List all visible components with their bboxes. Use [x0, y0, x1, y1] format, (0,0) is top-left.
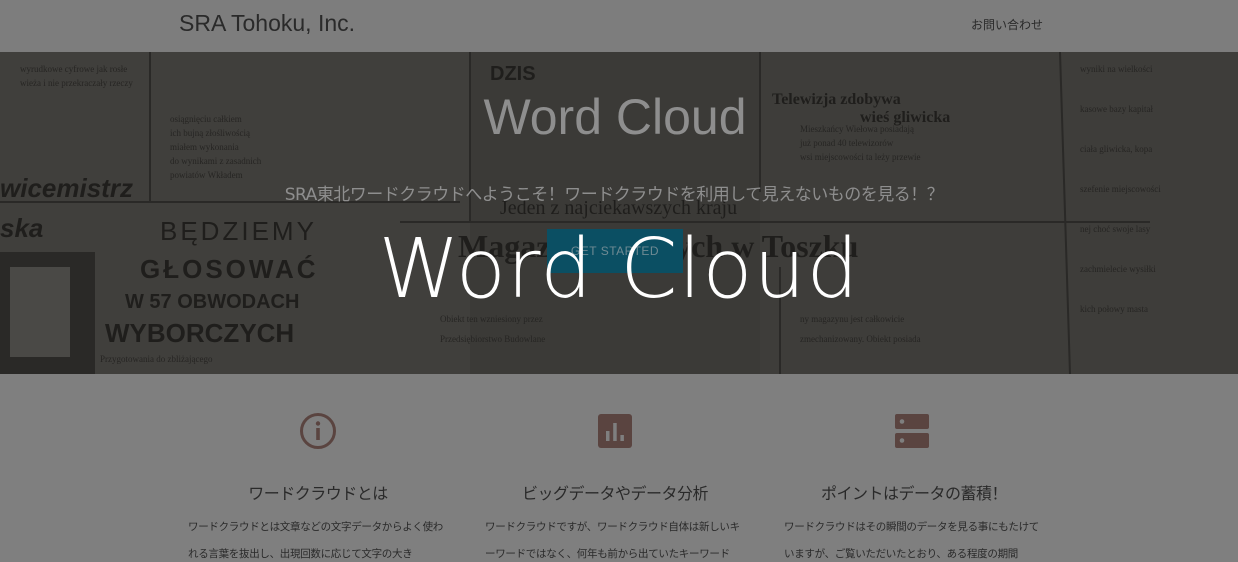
- svg-text:wyrudkowe cyfrowe jak rosłe: wyrudkowe cyfrowe jak rosłe: [20, 64, 127, 74]
- info-icon: [300, 413, 336, 449]
- feature-text: ワードクラウドとは文章などの文字データからよく使われる言葉を抜出し、出現回数に応…: [188, 521, 443, 560]
- news-text-ska: ska: [0, 213, 43, 243]
- navbar: SRA Tohoku, Inc. お問い合わせ: [0, 0, 1238, 52]
- get-started-button[interactable]: GET STARTED: [547, 229, 683, 273]
- feature-text: ワードクラウドですが、ワードクラウド自体は新しいキーワードではなく、何年も前から…: [485, 521, 740, 560]
- svg-text:nej choć swoje lasy: nej choć swoje lasy: [1080, 224, 1151, 234]
- feature-title: ビッグデータやデータ分析: [521, 484, 709, 503]
- svg-text:wieża i nie przekraczały rzecz: wieża i nie przekraczały rzeczy: [20, 78, 133, 88]
- svg-text:do wynikami z zasadnich: do wynikami z zasadnich: [170, 156, 262, 166]
- features-section: ワードクラウドとは ワードクラウドとは文章などの文字データからよく使われる言葉を…: [0, 374, 1238, 562]
- svg-text:wyniki na wielkości: wyniki na wielkości: [1080, 64, 1153, 74]
- bar-chart-icon: [598, 414, 632, 448]
- hero-subtitle: SRA東北ワードクラウドへようこそ！ワードクラウドを利用して見えないものを見る！…: [284, 185, 944, 205]
- news-text-obwodach: W 57 OBWODACH: [125, 291, 299, 313]
- svg-text:zachmielecie wysiłki: zachmielecie wysiłki: [1080, 264, 1156, 274]
- feature-title: ポイントはデータの蓄積！: [820, 484, 1008, 503]
- storage-icon: [895, 414, 929, 448]
- svg-text:Przygotowania do zbliżającego: Przygotowania do zbliżającego: [100, 354, 213, 364]
- news-text-glosowac: GŁOSOWAĆ: [140, 254, 319, 284]
- svg-text:wsi miejscowości ta leży przew: wsi miejscowości ta leży przewie: [800, 152, 920, 162]
- svg-text:Obiekt ten wzniesiony przez: Obiekt ten wzniesiony przez: [440, 314, 543, 324]
- svg-text:kich połowy masta: kich połowy masta: [1080, 304, 1148, 314]
- news-text-wyborczych: WYBORCZYCH: [105, 318, 294, 348]
- feature-title: ワードクラウドとは: [248, 484, 388, 503]
- news-text-dzis: DZIS: [490, 63, 536, 85]
- brand-logo[interactable]: SRA Tohoku, Inc.: [179, 10, 355, 37]
- svg-text:zmechanizowany. Obiekt posiada: zmechanizowany. Obiekt posiada: [800, 334, 921, 344]
- feature-text: ワードクラウドはその瞬間のデータを見る事にもたけていますが、ご覧いただいたとおり…: [784, 521, 1039, 560]
- news-text-bedziemy: BĘDZIEMY: [160, 216, 317, 246]
- svg-text:ny magazynu jest całkowicie: ny magazynu jest całkowicie: [800, 314, 904, 324]
- contact-link[interactable]: お問い合わせ: [971, 16, 1043, 33]
- hero-title: Word Cloud: [483, 89, 747, 145]
- svg-text:powiatów Wkładem: powiatów Wkładem: [170, 170, 243, 180]
- hero-section: wyrudkowe cyfrowe jak rosłe wieża i nie …: [0, 52, 1238, 374]
- svg-text:Przedsiębiorstwo Budowlane: Przedsiębiorstwo Budowlane: [440, 334, 545, 344]
- page: SRA Tohoku, Inc. お問い合わせ wyrudkowe cyfrow…: [0, 0, 1238, 562]
